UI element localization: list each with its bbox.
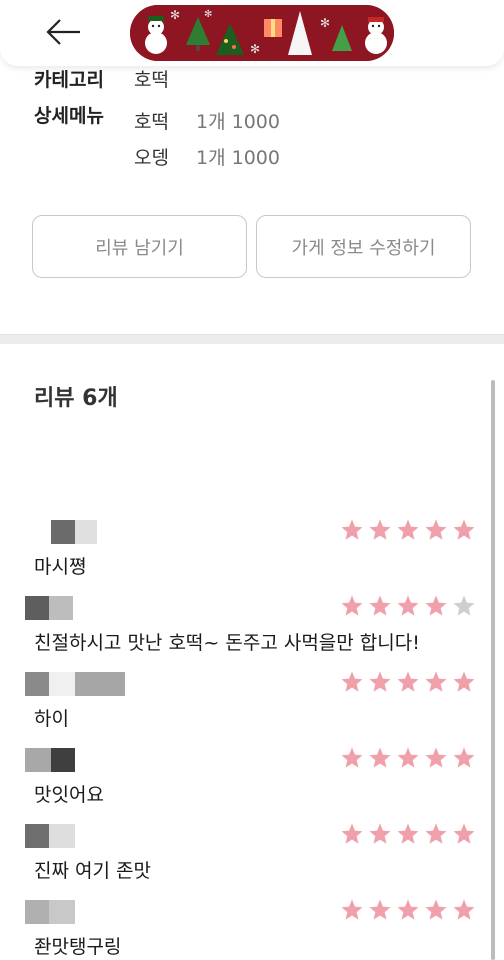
menu-item-name: 호떡 [134, 110, 169, 133]
review-text: 진짜 여기 존맛 [34, 860, 151, 882]
rating-stars [340, 594, 476, 618]
rating-stars [340, 898, 476, 922]
menu-item: 오뎅 1개 1000 [134, 138, 280, 174]
star-icon [425, 519, 447, 540]
christmas-pattern-banner: ✻ ✻ ✻ ✻ [130, 5, 394, 61]
back-button[interactable] [44, 14, 84, 50]
menu-item-price: 1개 1000 [196, 146, 280, 169]
rating-stars [340, 822, 476, 846]
menu-item: 호떡 1개 1000 [134, 102, 280, 138]
star-icon [341, 899, 363, 920]
star-icon [341, 595, 363, 616]
star-icon [397, 519, 419, 540]
write-review-button[interactable]: 리뷰 남기기 [32, 215, 247, 278]
star-icon [397, 899, 419, 920]
star-icon [425, 671, 447, 692]
star-icon [425, 595, 447, 616]
star-icon [369, 671, 391, 692]
star-icon [397, 595, 419, 616]
menu-item-price: 1개 1000 [196, 110, 280, 133]
reviewer-avatar-blurred [25, 900, 75, 924]
review-item: 진짜 여기 존맛 [0, 822, 480, 894]
star-icon [369, 519, 391, 540]
review-count-title: 리뷰 6개 [34, 386, 118, 411]
category-label: 카테고리 [34, 68, 104, 91]
svg-text:✻: ✻ [204, 9, 212, 20]
reviewer-avatar-blurred [25, 824, 75, 848]
star-icon [341, 747, 363, 768]
star-icon [453, 595, 475, 616]
edit-store-info-button[interactable]: 가게 정보 수정하기 [256, 215, 471, 278]
review-item: 친절하시고 맛난 호떡~ 돈주고 사먹을만 합니다! [0, 594, 480, 666]
review-item: 맛잇어요 [0, 746, 480, 818]
menu-list: 호떡 1개 1000 오뎅 1개 1000 [134, 102, 280, 174]
review-item: 하이 [0, 670, 480, 742]
menu-label: 상세메뉴 [34, 104, 104, 127]
top-bar: ✻ ✻ ✻ ✻ [0, 0, 504, 66]
star-icon [397, 823, 419, 844]
svg-text:✻: ✻ [320, 16, 330, 30]
reviewer-avatar-blurred [25, 672, 125, 696]
svg-text:✻: ✻ [250, 42, 260, 56]
star-icon [453, 747, 475, 768]
star-icon [341, 823, 363, 844]
section-divider [0, 334, 504, 344]
review-text: 하이 [34, 708, 69, 730]
star-icon [397, 747, 419, 768]
star-icon [341, 519, 363, 540]
rating-stars [340, 670, 476, 694]
review-text: 친절하시고 맛난 호떡~ 돈주고 사먹을만 합니다! [34, 632, 420, 654]
reviewer-avatar-blurred [25, 596, 73, 620]
scrollbar[interactable] [491, 380, 495, 960]
menu-item-name: 오뎅 [134, 146, 169, 169]
star-icon [425, 747, 447, 768]
star-icon [369, 823, 391, 844]
star-icon [453, 519, 475, 540]
review-item: 좐맛탱구링 [0, 898, 480, 960]
reviewer-avatar-blurred [25, 748, 75, 772]
star-icon [369, 899, 391, 920]
star-icon [425, 899, 447, 920]
review-item: 마시쪙 [0, 518, 480, 590]
arrow-left-icon [46, 19, 80, 45]
star-icon [453, 823, 475, 844]
review-text: 맛잇어요 [34, 784, 104, 806]
star-icon [369, 747, 391, 768]
star-icon [425, 823, 447, 844]
star-icon [341, 671, 363, 692]
svg-text:✻: ✻ [170, 8, 180, 22]
star-icon [397, 671, 419, 692]
star-icon [453, 671, 475, 692]
category-value: 호떡 [134, 68, 169, 91]
reviewer-avatar-blurred [25, 520, 97, 544]
star-icon [453, 899, 475, 920]
rating-stars [340, 518, 476, 542]
star-icon [369, 595, 391, 616]
review-text: 좐맛탱구링 [34, 936, 122, 958]
rating-stars [340, 746, 476, 770]
review-text: 마시쪙 [34, 556, 87, 578]
